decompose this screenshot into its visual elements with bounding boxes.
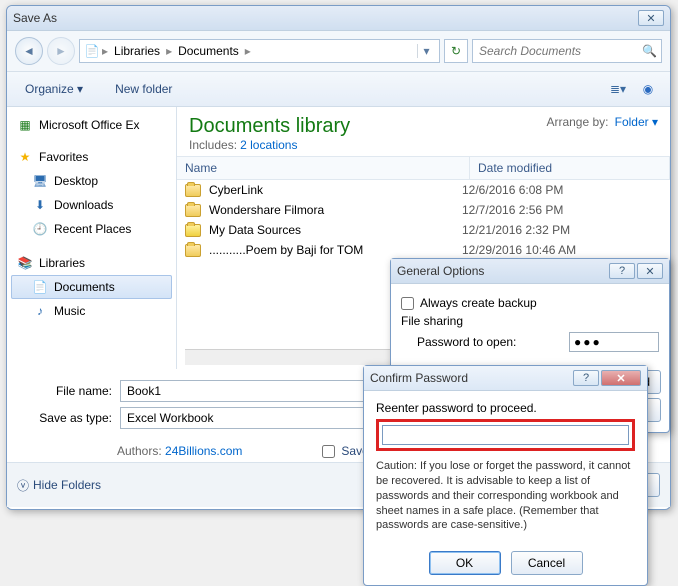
folder-icon	[185, 204, 201, 217]
music-icon: ♪	[32, 303, 48, 319]
nav-office[interactable]: ▦Microsoft Office Ex	[11, 113, 172, 137]
folder-icon: 📄	[84, 43, 100, 59]
nav-recent[interactable]: 🕘Recent Places	[11, 217, 172, 241]
file-date: 12/29/2016 10:46 AM	[462, 243, 662, 257]
downloads-icon: ⬇	[32, 197, 48, 213]
genopt-titlebar[interactable]: General Options ? ✕	[391, 259, 669, 284]
saveas-title: Save As	[13, 11, 57, 25]
search-box[interactable]: 🔍	[472, 39, 662, 63]
nav-desktop[interactable]: 🖥Desktop	[11, 169, 172, 193]
close-icon[interactable]: ✕	[638, 10, 664, 26]
confirm-title: Confirm Password	[370, 371, 468, 385]
confirm-password-window: Confirm Password ? ✕ Reenter password to…	[363, 365, 648, 586]
reenter-label: Reenter password to proceed.	[376, 401, 635, 415]
help-button[interactable]: ◉	[636, 78, 660, 100]
genopt-title: General Options	[397, 264, 484, 278]
toolbar: Organize ▾ New folder ≣▾ ◉	[7, 72, 670, 107]
folder-icon	[185, 184, 201, 197]
nav-pane: ▦Microsoft Office Ex ★Favorites 🖥Desktop…	[7, 107, 177, 369]
breadcrumb[interactable]: 📄 ▸ Libraries ▸ Documents ▸ ▾	[79, 39, 440, 63]
file-row[interactable]: CyberLink 12/6/2016 6:08 PM	[177, 180, 670, 200]
pw-open-label: Password to open:	[417, 335, 563, 349]
caution-text: Caution: If you lose or forget the passw…	[376, 459, 635, 533]
locations-link[interactable]: 2 locations	[240, 138, 297, 152]
column-headers[interactable]: Name Date modified	[177, 156, 670, 180]
file-date: 12/21/2016 2:32 PM	[462, 223, 662, 237]
desktop-icon: 🖥	[32, 173, 48, 189]
file-date: 12/6/2016 6:08 PM	[462, 183, 662, 197]
authors-value[interactable]: 24Billions.com	[165, 444, 242, 458]
authors-label: Authors:	[117, 444, 162, 458]
chevron-right-icon: ▸	[245, 44, 251, 58]
reenter-input[interactable]	[382, 425, 629, 445]
filename-label: File name:	[17, 384, 112, 398]
nav-favorites[interactable]: ★Favorites	[11, 145, 172, 169]
chevron-up-icon: ⓥ	[17, 477, 29, 494]
back-button[interactable]: ◄	[15, 37, 43, 65]
help-icon[interactable]: ?	[609, 263, 635, 279]
file-name: ...........Poem by Baji for TOM	[209, 243, 454, 257]
organize-menu[interactable]: Organize ▾	[17, 79, 91, 99]
newfolder-button[interactable]: New folder	[107, 79, 180, 99]
chevron-right-icon: ▸	[102, 44, 108, 58]
filesharing-label: File sharing	[401, 314, 659, 328]
documents-icon: 📄	[32, 279, 48, 295]
nav-downloads[interactable]: ⬇Downloads	[11, 193, 172, 217]
search-icon: 🔍	[642, 44, 657, 58]
view-button[interactable]: ≣▾	[606, 78, 630, 100]
file-name: CyberLink	[209, 183, 454, 197]
file-name: Wondershare Filmora	[209, 203, 454, 217]
saveas-titlebar[interactable]: Save As ✕	[7, 6, 670, 31]
arrange-dropdown[interactable]: Folder ▾	[615, 115, 658, 129]
refresh-button[interactable]: ↻	[444, 39, 468, 63]
hidefolders-button[interactable]: ⓥHide Folders	[17, 477, 101, 494]
reenter-highlight	[376, 419, 635, 451]
close-icon[interactable]: ✕	[601, 370, 641, 386]
star-icon: ★	[17, 149, 33, 165]
confirm-cancel-button[interactable]: Cancel	[511, 551, 583, 575]
help-icon[interactable]: ?	[573, 370, 599, 386]
pw-open-input[interactable]	[569, 332, 659, 352]
breadcrumb-seg[interactable]: Documents	[174, 44, 243, 58]
nav-documents[interactable]: 📄Documents	[11, 275, 172, 299]
library-title: Documents library	[189, 115, 350, 138]
file-row[interactable]: Wondershare Filmora 12/7/2016 2:56 PM	[177, 200, 670, 220]
col-date[interactable]: Date modified	[470, 157, 670, 179]
file-date: 12/7/2016 2:56 PM	[462, 203, 662, 217]
file-row[interactable]: ...........Poem by Baji for TOM 12/29/201…	[177, 240, 670, 260]
libraries-icon: 📚	[17, 255, 33, 271]
breadcrumb-seg[interactable]: Libraries	[110, 44, 164, 58]
savetype-label: Save as type:	[17, 411, 112, 425]
arrange-by: Arrange by: Folder ▾	[546, 115, 658, 129]
always-backup-label: Always create backup	[420, 296, 537, 310]
forward-button[interactable]: ►	[47, 37, 75, 65]
breadcrumb-dropdown[interactable]: ▾	[417, 44, 435, 58]
folder-icon	[185, 224, 201, 237]
folder-icon	[185, 244, 201, 257]
search-input[interactable]	[479, 44, 636, 58]
file-row[interactable]: My Data Sources 12/21/2016 2:32 PM	[177, 220, 670, 240]
recent-icon: 🕘	[32, 221, 48, 237]
file-name: My Data Sources	[209, 223, 454, 237]
chevron-right-icon: ▸	[166, 44, 172, 58]
savethumb-checkbox[interactable]	[322, 445, 335, 458]
close-icon[interactable]: ✕	[637, 263, 663, 279]
nav-music[interactable]: ♪Music	[11, 299, 172, 323]
col-name[interactable]: Name	[177, 157, 470, 179]
nav-row: ◄ ► 📄 ▸ Libraries ▸ Documents ▸ ▾ ↻ 🔍	[7, 31, 670, 72]
ok-button[interactable]: OK	[429, 551, 501, 575]
library-subtitle: Includes: 2 locations	[189, 138, 350, 152]
excel-icon: ▦	[17, 117, 33, 133]
always-backup-checkbox[interactable]	[401, 297, 414, 310]
nav-libraries[interactable]: 📚Libraries	[11, 251, 172, 275]
confirm-titlebar[interactable]: Confirm Password ? ✕	[364, 366, 647, 391]
